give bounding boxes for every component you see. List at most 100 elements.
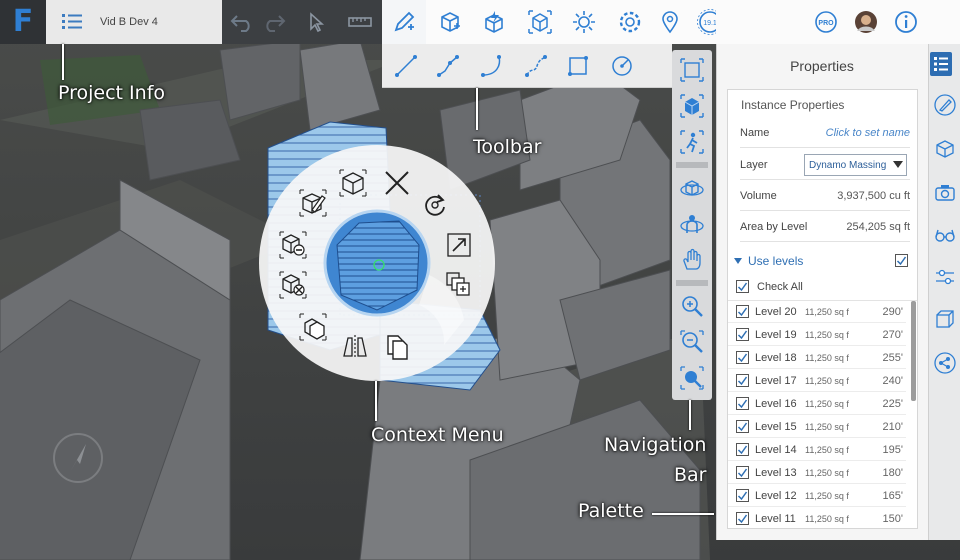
orthographic-icon[interactable] — [676, 54, 708, 86]
level-checkbox[interactable] — [736, 420, 749, 433]
check-all-row[interactable]: Check All — [736, 280, 803, 293]
level-checkbox[interactable] — [736, 328, 749, 341]
level-checkbox[interactable] — [736, 351, 749, 364]
levels-list[interactable]: Level 20 11,250 sq f 290' Level 19 11,25… — [728, 300, 917, 528]
glasses-icon[interactable] — [932, 222, 958, 248]
level-checkbox[interactable] — [736, 374, 749, 387]
level-name: Level 16 — [755, 397, 797, 410]
share-icon[interactable] — [932, 350, 958, 376]
zoom-extents-icon[interactable] — [676, 362, 708, 394]
polyline-tool-icon[interactable] — [432, 50, 464, 82]
info-icon[interactable] — [890, 6, 922, 38]
use-levels-toggle[interactable]: Use levels — [730, 248, 916, 274]
context-menu-leader — [375, 381, 377, 421]
analysis-tool-icon[interactable] — [478, 6, 510, 38]
measure-icon[interactable] — [344, 6, 376, 38]
layer-dropdown[interactable]: Dynamo Massing — [804, 154, 907, 176]
level-checkbox[interactable] — [736, 443, 749, 456]
checkmark-icon — [737, 445, 748, 455]
group-icon[interactable] — [297, 311, 329, 343]
delete-x-icon[interactable] — [381, 167, 413, 199]
walk-icon[interactable] — [676, 126, 708, 158]
level-checkbox[interactable] — [736, 512, 749, 525]
level-checkbox[interactable] — [736, 397, 749, 410]
solid-tool-icon[interactable] — [434, 6, 466, 38]
palette-leader — [652, 513, 714, 515]
pro-badge-icon[interactable]: PRO — [810, 6, 842, 38]
checkmark-icon — [737, 307, 748, 317]
location-icon[interactable] — [654, 6, 686, 38]
select-icon[interactable] — [300, 6, 332, 38]
rotate-icon[interactable] — [419, 189, 451, 221]
checkmark-icon — [896, 256, 907, 266]
checkmark-icon — [737, 468, 748, 478]
copy-icon[interactable] — [381, 331, 413, 363]
settings-icon[interactable] — [614, 6, 646, 38]
perspective-icon[interactable] — [676, 90, 708, 122]
properties-panel: Properties Instance Properties Name Clic… — [716, 44, 928, 540]
list-icon[interactable] — [62, 14, 82, 30]
line-tool-icon[interactable] — [390, 50, 422, 82]
project-info-leader — [62, 44, 64, 80]
levels-scrollbar[interactable] — [911, 301, 916, 401]
scale-icon[interactable] — [443, 229, 475, 261]
app-logo[interactable]: F — [0, 0, 46, 44]
navigation-bar-callout-line1: Navigation — [604, 434, 707, 456]
material-icon[interactable] — [932, 136, 958, 162]
level-row[interactable]: Level 13 11,250 sq f 180' — [728, 462, 906, 484]
pan-hand-icon[interactable] — [676, 244, 708, 276]
level-row[interactable]: Level 14 11,250 sq f 195' — [728, 439, 906, 461]
level-row[interactable]: Level 11 11,250 sq f 150' — [728, 508, 906, 528]
zoom-out-icon[interactable] — [676, 326, 708, 358]
level-row[interactable]: Level 18 11,250 sq f 255' — [728, 347, 906, 369]
redo-icon[interactable] — [258, 6, 290, 38]
use-levels-checkbox[interactable] — [895, 254, 908, 267]
level-row[interactable]: Level 16 11,250 sq f 225' — [728, 393, 906, 415]
arc-tool-icon[interactable] — [476, 50, 508, 82]
intersect-icon[interactable] — [277, 269, 309, 301]
slider-controls-icon[interactable] — [932, 264, 958, 290]
subtract-icon[interactable] — [277, 229, 309, 261]
level-row[interactable]: Level 15 11,250 sq f 210' — [728, 416, 906, 438]
level-row[interactable]: Level 20 11,250 sq f 290' — [728, 301, 906, 323]
level-row[interactable]: Level 19 11,250 sq f 270' — [728, 324, 906, 346]
level-checkbox[interactable] — [736, 466, 749, 479]
modify-tool-icon[interactable] — [524, 6, 556, 38]
edit-solid-icon[interactable] — [297, 187, 329, 219]
sketch-tool-icon[interactable] — [388, 6, 420, 38]
level-elevation: 270' — [882, 328, 903, 341]
zoom-in-icon[interactable] — [676, 290, 708, 322]
chevron-down-icon — [893, 161, 903, 168]
camera-icon[interactable] — [932, 180, 958, 206]
spline-tool-icon[interactable] — [520, 50, 552, 82]
orbit-icon[interactable] — [676, 172, 708, 204]
circle-tool-icon[interactable] — [606, 50, 638, 82]
properties-panel-icon[interactable] — [930, 52, 952, 76]
context-menu-callout: Context Menu — [371, 424, 504, 446]
mirror-icon[interactable] — [339, 331, 371, 363]
undo-icon[interactable] — [226, 6, 258, 38]
level-elevation: 225' — [882, 397, 903, 410]
project-info[interactable]: Vid B Dev 4 — [46, 0, 222, 44]
sun-icon[interactable] — [568, 6, 600, 38]
use-levels-label: Use levels — [748, 254, 804, 268]
area-value: 254,205 sq ft — [846, 220, 910, 233]
user-avatar-icon[interactable] — [850, 6, 882, 38]
paint-brush-icon[interactable] — [932, 92, 958, 118]
level-checkbox[interactable] — [736, 489, 749, 502]
level-row[interactable]: Level 17 11,250 sq f 240' — [728, 370, 906, 392]
rectangle-tool-icon[interactable] — [562, 50, 594, 82]
selected-mass-preview — [323, 209, 464, 345]
name-field[interactable]: Click to set name — [800, 127, 910, 139]
level-row[interactable]: Level 12 11,250 sq f 165' — [728, 485, 906, 507]
project-name[interactable]: Vid B Dev 4 — [100, 16, 158, 28]
layers-icon[interactable] — [932, 306, 958, 332]
look-icon[interactable] — [676, 208, 708, 240]
navigation-bar-leader — [689, 400, 691, 430]
check-all-checkbox[interactable] — [736, 280, 749, 293]
extrude-icon[interactable] — [337, 167, 369, 199]
level-elevation: 195' — [882, 443, 903, 456]
level-checkbox[interactable] — [736, 305, 749, 318]
array-icon[interactable] — [443, 269, 475, 301]
compass[interactable] — [50, 430, 106, 486]
